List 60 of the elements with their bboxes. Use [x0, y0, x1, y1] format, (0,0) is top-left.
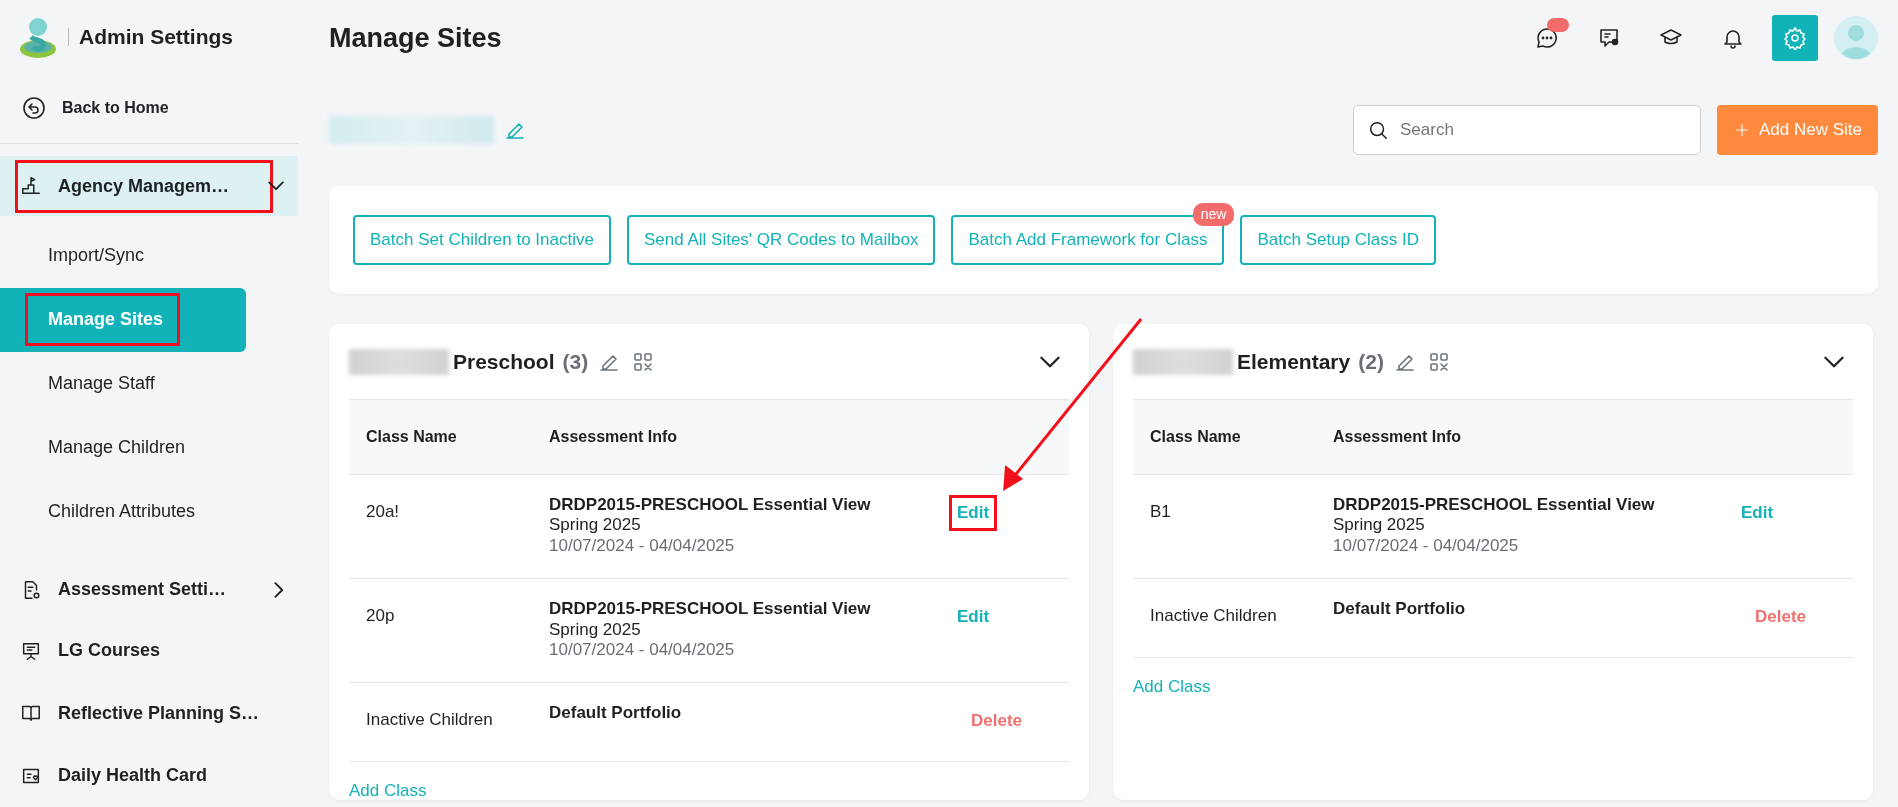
page-title: Manage Sites — [329, 21, 502, 55]
framework-name: Default Portfolio — [549, 703, 683, 724]
chat-person-icon — [1597, 26, 1621, 50]
edit-link[interactable]: Edit — [955, 604, 992, 630]
settings-button[interactable] — [1772, 15, 1818, 61]
site-name: Elementary — [1237, 348, 1351, 375]
settings-icon — [1783, 26, 1807, 50]
notification-badge — [1547, 18, 1569, 32]
class-name: Inactive Children — [366, 710, 493, 730]
term-label: Spring 2025 — [549, 515, 642, 536]
sidebar-subitem[interactable]: Import/Sync — [0, 223, 246, 288]
add-class-link[interactable]: Add Class — [349, 777, 427, 800]
column-header: Assessment Info — [1333, 427, 1463, 447]
edit-link[interactable]: Edit — [1739, 500, 1776, 526]
sidebar-subitem[interactable]: Manage Sites — [0, 287, 246, 352]
search-field[interactable]: Search — [1353, 105, 1701, 155]
chevron-down-icon — [1824, 356, 1844, 369]
framework-name: DRDP2015-PRESCHOOL Essential View — [549, 495, 872, 516]
framework-name: DRDP2015-PRESCHOOL Essential View — [549, 599, 872, 620]
framework-name: Default Portfolio — [1333, 599, 1467, 620]
sidebar-item[interactable]: Daily Health Card — [0, 744, 298, 807]
class-count: (3) — [562, 348, 589, 375]
edit-link[interactable]: Edit — [955, 500, 992, 526]
column-header: Class Name — [1149, 427, 1242, 447]
sidebar-item[interactable]: Agency Managem… — [0, 156, 298, 216]
add-site-button[interactable]: Add New Site — [1717, 105, 1878, 155]
column-header: Class Name — [365, 427, 458, 447]
chat-icon — [1535, 26, 1559, 50]
date-range: 10/07/2024 - 04/04/2025 — [549, 535, 736, 557]
class-name: Inactive Children — [1150, 606, 1277, 626]
site-name: Preschool — [453, 348, 555, 375]
search-icon — [1367, 119, 1389, 141]
date-range: 10/07/2024 - 04/04/2025 — [549, 639, 736, 661]
back-link[interactable]: Back to Home — [0, 73, 298, 145]
delete-link[interactable]: Delete — [969, 708, 1025, 734]
term-label: Spring 2025 — [1333, 515, 1426, 536]
sidebar-item[interactable]: Reflective Planning S… — [0, 682, 298, 745]
sidebar-item[interactable]: LG Courses — [0, 619, 298, 682]
new-badge: new — [1192, 203, 1235, 226]
add-class-link[interactable]: Add Class — [1133, 673, 1211, 700]
class-name: 20a! — [366, 502, 400, 521]
class-name: 20p — [366, 606, 395, 626]
sidebar-subitem[interactable]: Manage Children — [0, 415, 246, 480]
action-button[interactable]: Batch Setup Class ID — [1240, 215, 1436, 265]
action-button[interactable]: Batch Set Children to Inactive — [353, 215, 611, 265]
sidebar-item[interactable]: Assessment Setti… — [0, 559, 298, 620]
action-button[interactable]: Send All Sites' QR Codes to Mailbox — [626, 215, 936, 265]
plus-icon — [1733, 121, 1751, 139]
back-icon — [22, 96, 46, 121]
column-header: Assessment Info — [549, 427, 679, 447]
term-label: Spring 2025 — [549, 619, 642, 640]
class-count: (2) — [1358, 348, 1384, 375]
sidebar-subitem[interactable]: Manage Staff — [0, 351, 246, 416]
app-title: Admin Settings — [79, 23, 233, 50]
class-name: B1 — [1150, 502, 1171, 521]
framework-name: DRDP2015-PRESCHOOL Essential View — [1333, 495, 1656, 516]
date-range: 10/07/2024 - 04/04/2025 — [1333, 535, 1520, 557]
delete-link[interactable]: Delete — [1753, 604, 1809, 630]
chevron-down-icon — [1040, 356, 1060, 369]
sidebar-subitem[interactable]: Children Attributes — [0, 479, 246, 544]
